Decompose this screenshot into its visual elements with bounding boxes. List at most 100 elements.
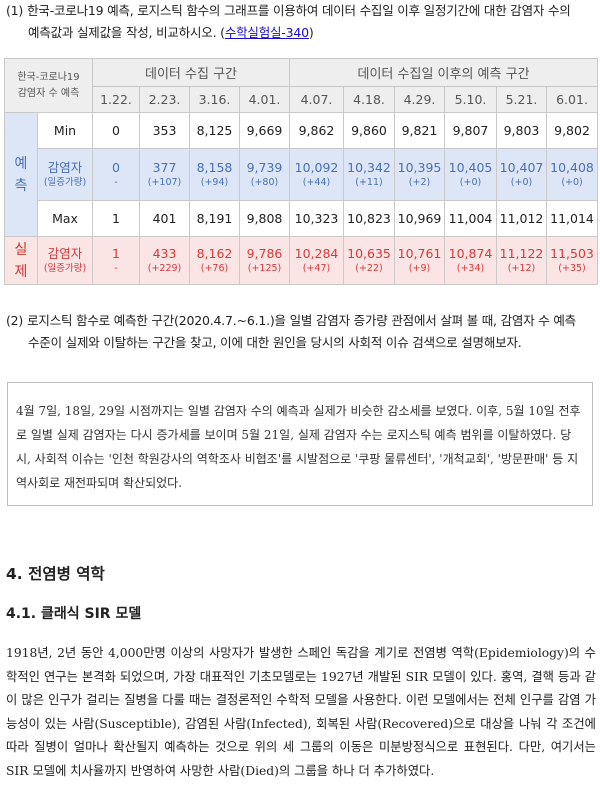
real-cell-7: 10,874 (+34) bbox=[444, 236, 497, 285]
date-header-1: 2.23. bbox=[139, 86, 190, 113]
pred-value-4: 10,092 bbox=[294, 160, 339, 175]
real-value-6: 10,761 bbox=[397, 246, 442, 261]
pred-value-3: 9,739 bbox=[246, 160, 283, 175]
real-cell-9: 11,503 (+35) bbox=[545, 236, 599, 285]
pred_delta-value-5: (+11) bbox=[355, 177, 383, 188]
pred-cell-0: 0- bbox=[92, 148, 140, 201]
pred_delta-value-4: (+44) bbox=[302, 177, 331, 188]
pred-value-9: 10,408 bbox=[550, 160, 594, 175]
real-cell-1: 433 (+229) bbox=[139, 236, 190, 285]
forecast-group-header: 데이터 수집일 이후의 예측 구간 bbox=[288, 58, 599, 87]
predicted-label-sub: (일증가량) bbox=[43, 177, 87, 188]
pred-value-0: 0 bbox=[112, 160, 120, 175]
pred_delta-value-3: (+80) bbox=[250, 177, 279, 188]
date-header-3: 4.01. bbox=[239, 86, 290, 113]
max-value-4: 10,323 bbox=[289, 200, 344, 237]
question-1-number: (1) bbox=[6, 3, 24, 18]
real_delta-value-4: (+47) bbox=[302, 263, 331, 274]
answer-box: 4월 7일, 18일, 29일 시점까지는 일별 감염자 수의 예측과 실제가 … bbox=[7, 382, 593, 506]
max-value-2: 8,191 bbox=[189, 200, 240, 237]
pred-cell-8: 10,407 (+0) bbox=[496, 148, 547, 201]
date-header-5: 4.18. bbox=[343, 86, 395, 113]
corner-line2: 감염자 수 예측 bbox=[17, 87, 80, 99]
min-value-6: 9,821 bbox=[394, 112, 445, 149]
pred-value-8: 10,407 bbox=[499, 160, 544, 175]
date-header-2: 3.16. bbox=[189, 86, 240, 113]
date-header-6: 4.29. bbox=[394, 86, 445, 113]
actual-row: 실 제 감염자 (일증가량) 1-433 (+229) 8,162 (+76) 9,78… bbox=[4, 236, 599, 285]
question-1-line1: 한국-코로나19 예측, 로지스틱 함수의 그래프를 이용하여 데이터 수집일 … bbox=[27, 3, 571, 18]
max-value-0: 1 bbox=[92, 200, 140, 237]
real-value-4: 10,284 bbox=[294, 246, 339, 261]
min-label: Min bbox=[37, 112, 93, 149]
date-header-8: 5.21. bbox=[496, 86, 547, 113]
min-value-1: 353 bbox=[139, 112, 190, 149]
question-2: (2) 로지스틱 함수로 예측한 구간(2020.4.7.~6.1.)을 일별 감… bbox=[6, 310, 596, 354]
min-value-3: 9,669 bbox=[239, 112, 290, 149]
pred-cell-2: 8,158 (+94) bbox=[189, 148, 240, 201]
pred-cell-5: 10,342 (+11) bbox=[343, 148, 395, 201]
predicted-label-text: 감염자 bbox=[47, 160, 83, 175]
actual-label-2: 제 bbox=[14, 263, 28, 280]
predicted-row: 감염자 (일증가량) 0-377 (+107) 8,158 (+94) 9,739 (+8… bbox=[5, 148, 599, 201]
real_delta-value-2: (+76) bbox=[200, 263, 229, 274]
actual-cases-label-sub: (일증가량) bbox=[43, 263, 87, 274]
date-header-7: 5.10. bbox=[444, 86, 497, 113]
real-value-3: 9,786 bbox=[246, 246, 283, 261]
min-value-8: 9,803 bbox=[496, 112, 547, 149]
real_delta-value-6: (+9) bbox=[408, 263, 431, 274]
real-cell-2: 8,162 (+76) bbox=[189, 236, 240, 285]
prediction-label-2: 측 bbox=[14, 177, 28, 194]
actual-label: 실 제 bbox=[4, 236, 38, 285]
min-value-4: 9,862 bbox=[289, 112, 344, 149]
pred-value-5: 10,342 bbox=[347, 160, 391, 175]
pred_delta-value-8: (+0) bbox=[510, 177, 533, 188]
date-header-0: 1.22. bbox=[92, 86, 140, 113]
question-2-line2: 수준이 실제와 이탈하는 구간을 찾고, 이에 대한 원인을 당시의 사회적 이… bbox=[28, 335, 522, 350]
real_delta-value-8: (+12) bbox=[507, 263, 536, 274]
real-cell-0: 1- bbox=[92, 236, 140, 285]
prediction-table: 한국-코로나19 감염자 수 예측 데이터 수집 구간 데이터 수집일 이후의 … bbox=[4, 58, 599, 285]
pred-value-2: 8,158 bbox=[196, 160, 233, 175]
min-value-7: 9,807 bbox=[444, 112, 497, 149]
predicted-label: 감염자 (일증가량) bbox=[37, 148, 93, 201]
actual-cases-label-text: 감염자 bbox=[47, 246, 83, 261]
corner-line1: 한국-코로나19 bbox=[17, 71, 80, 83]
pred-cell-7: 10,405 (+0) bbox=[444, 148, 497, 201]
question-1-line2-close: ) bbox=[308, 25, 314, 40]
max-row: Max 1 401 8,191 9,808 10,323 10,823 10,969 11,0… bbox=[5, 200, 599, 237]
pred_delta-value-0: - bbox=[114, 177, 118, 188]
real-value-9: 11,503 bbox=[550, 246, 594, 261]
answer-text: 4월 7일, 18일, 29일 시점까지는 일별 감염자 수의 예측과 실제가 … bbox=[16, 404, 581, 490]
real-value-0: 1 bbox=[112, 246, 120, 261]
max-value-5: 10,823 bbox=[343, 200, 395, 237]
real-cell-4: 10,284 (+47) bbox=[289, 236, 344, 285]
real-value-7: 10,874 bbox=[448, 246, 493, 261]
pred_delta-value-9: (+0) bbox=[561, 177, 583, 188]
question-2-number: (2) bbox=[6, 313, 24, 328]
min-row: 예 측 Min 0 353 8,125 9,669 9,862 9,860 9,821 9,8… bbox=[4, 112, 599, 237]
real_delta-value-9: (+35) bbox=[558, 263, 586, 274]
real-value-8: 11,122 bbox=[499, 246, 544, 261]
max-value-3: 9,808 bbox=[239, 200, 290, 237]
real_delta-value-1: (+229) bbox=[147, 263, 182, 274]
question-1: (1) 한국-코로나19 예측, 로지스틱 함수의 그래프를 이용하여 데이터 수… bbox=[6, 0, 596, 44]
min-value-5: 9,860 bbox=[343, 112, 395, 149]
date-header-4: 4.07. bbox=[289, 86, 344, 113]
pred_delta-value-7: (+0) bbox=[459, 177, 482, 188]
real-value-5: 10,635 bbox=[347, 246, 391, 261]
lab-link[interactable]: 수학실험실-340 bbox=[225, 25, 309, 40]
pred-cell-1: 377 (+107) bbox=[139, 148, 190, 201]
pred-value-7: 10,405 bbox=[448, 160, 493, 175]
pred-cell-9: 10,408 (+0) bbox=[545, 148, 599, 201]
real_delta-value-7: (+34) bbox=[456, 263, 485, 274]
min-value-0: 0 bbox=[92, 112, 140, 149]
real-value-1: 433 bbox=[152, 246, 177, 261]
max-value-9: 11,014 bbox=[545, 200, 599, 237]
real-cell-3: 9,786 (+125) bbox=[239, 236, 290, 285]
date-header-9: 6.01. bbox=[545, 86, 599, 113]
real_delta-value-5: (+22) bbox=[355, 263, 383, 274]
question-1-line2-text: 예측값과 실제값을 작성, 비교하시오. ( bbox=[28, 25, 225, 40]
pred_delta-value-6: (+2) bbox=[408, 177, 431, 188]
pred_delta-value-2: (+94) bbox=[200, 177, 229, 188]
